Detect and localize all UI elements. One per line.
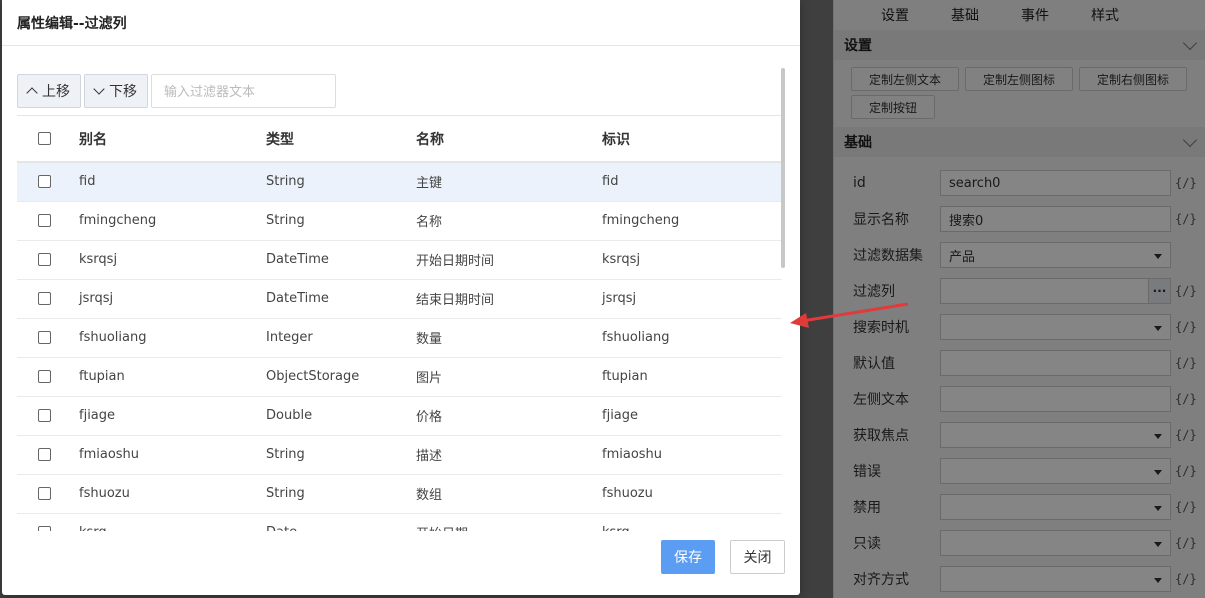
cell-name: 描述 (416, 435, 602, 475)
cell-name: 开始日期 (416, 513, 602, 531)
cell-alias: ftupian (79, 357, 266, 397)
cell-alias: fshuoliang (79, 318, 266, 358)
table-row[interactable]: ksrqsj DateTime 开始日期时间 ksrqsj (17, 240, 782, 280)
dialog-title: 属性编辑--过滤列 (2, 0, 800, 46)
columns-table: 别名 类型 名称 标识 fid String 主键 fid fmingcheng (17, 115, 782, 531)
cell-type: DateTime (266, 279, 416, 319)
cell-type: Integer (266, 318, 416, 358)
cell-name: 数量 (416, 318, 602, 358)
cell-type: Double (266, 396, 416, 436)
filter-columns-dialog: 属性编辑--过滤列 上移 下移 别名 类型 名称 标识 (2, 0, 800, 595)
cell-type: String (266, 201, 416, 241)
cell-identifier: fmiaoshu (602, 435, 782, 475)
cell-name: 名称 (416, 201, 602, 241)
row-checkbox[interactable] (38, 214, 51, 227)
cell-name: 数组 (416, 474, 602, 514)
row-checkbox[interactable] (38, 487, 51, 500)
cell-alias: fshuozu (79, 474, 266, 514)
chevron-up-icon (26, 87, 38, 99)
chevron-down-icon (93, 83, 105, 95)
cell-alias: jsrqsj (79, 279, 266, 319)
annotation-arrow-icon (790, 302, 909, 328)
cell-identifier: jsrqsj (602, 279, 782, 319)
move-down-label: 下移 (109, 84, 137, 100)
cell-identifier: ftupian (602, 357, 782, 397)
table-row[interactable]: jsrqsj DateTime 结束日期时间 jsrqsj (17, 279, 782, 319)
cell-name: 结束日期时间 (416, 279, 602, 319)
column-header-name: 名称 (416, 116, 602, 163)
cell-type: String (266, 162, 416, 202)
row-checkbox[interactable] (38, 370, 51, 383)
cell-name: 主键 (416, 162, 602, 202)
row-checkbox[interactable] (38, 175, 51, 189)
row-checkbox[interactable] (38, 331, 51, 344)
cell-name: 图片 (416, 357, 602, 397)
move-up-button[interactable]: 上移 (17, 74, 81, 108)
cell-type: Date (266, 513, 416, 531)
cell-identifier: fid (602, 162, 782, 202)
cell-alias: ksrqsj (79, 240, 266, 280)
cell-identifier: fmingcheng (602, 201, 782, 241)
cell-alias: fid (79, 162, 266, 202)
column-header-identifier: 标识 (602, 116, 782, 163)
table-row[interactable]: fshuozu String 数组 fshuozu (17, 474, 782, 514)
table-row[interactable]: fjiage Double 价格 fjiage (17, 396, 782, 436)
cell-type: ObjectStorage (266, 357, 416, 397)
filter-input[interactable] (151, 74, 336, 108)
cell-alias: fmingcheng (79, 201, 266, 241)
select-all-checkbox[interactable] (38, 132, 51, 145)
cell-identifier: fjiage (602, 396, 782, 436)
cell-identifier: fshuoliang (602, 318, 782, 358)
cell-type: String (266, 435, 416, 475)
move-up-label: 上移 (42, 84, 70, 100)
dialog-toolbar: 上移 下移 (17, 74, 336, 108)
close-button[interactable]: 关闭 (730, 540, 785, 574)
table-row[interactable]: ksrq Date 开始日期 ksrq (17, 513, 782, 531)
row-checkbox[interactable] (38, 409, 51, 422)
row-checkbox[interactable] (38, 448, 51, 461)
row-checkbox[interactable] (38, 292, 51, 305)
row-checkbox[interactable] (38, 526, 51, 531)
cell-alias: ksrq (79, 513, 266, 531)
column-header-alias: 别名 (79, 116, 266, 163)
table-scrollbar[interactable] (781, 68, 785, 268)
table-header-row: 别名 类型 名称 标识 (17, 116, 782, 163)
cell-name: 开始日期时间 (416, 240, 602, 280)
table-row[interactable]: ftupian ObjectStorage 图片 ftupian (17, 357, 782, 397)
cell-identifier: ksrq (602, 513, 782, 531)
cell-alias: fjiage (79, 396, 266, 436)
header-checkbox-cell (17, 116, 79, 163)
cell-type: DateTime (266, 240, 416, 280)
column-header-type: 类型 (266, 116, 416, 163)
cell-name: 价格 (416, 396, 602, 436)
cell-type: String (266, 474, 416, 514)
save-button[interactable]: 保存 (661, 540, 715, 574)
table-row[interactable]: fmiaoshu String 描述 fmiaoshu (17, 435, 782, 475)
table-row[interactable]: fid String 主键 fid (17, 162, 782, 202)
row-checkbox[interactable] (38, 253, 51, 266)
cell-alias: fmiaoshu (79, 435, 266, 475)
table-row[interactable]: fshuoliang Integer 数量 fshuoliang (17, 318, 782, 358)
table-row[interactable]: fmingcheng String 名称 fmingcheng (17, 201, 782, 241)
cell-identifier: ksrqsj (602, 240, 782, 280)
cell-identifier: fshuozu (602, 474, 782, 514)
move-down-button[interactable]: 下移 (84, 74, 148, 108)
